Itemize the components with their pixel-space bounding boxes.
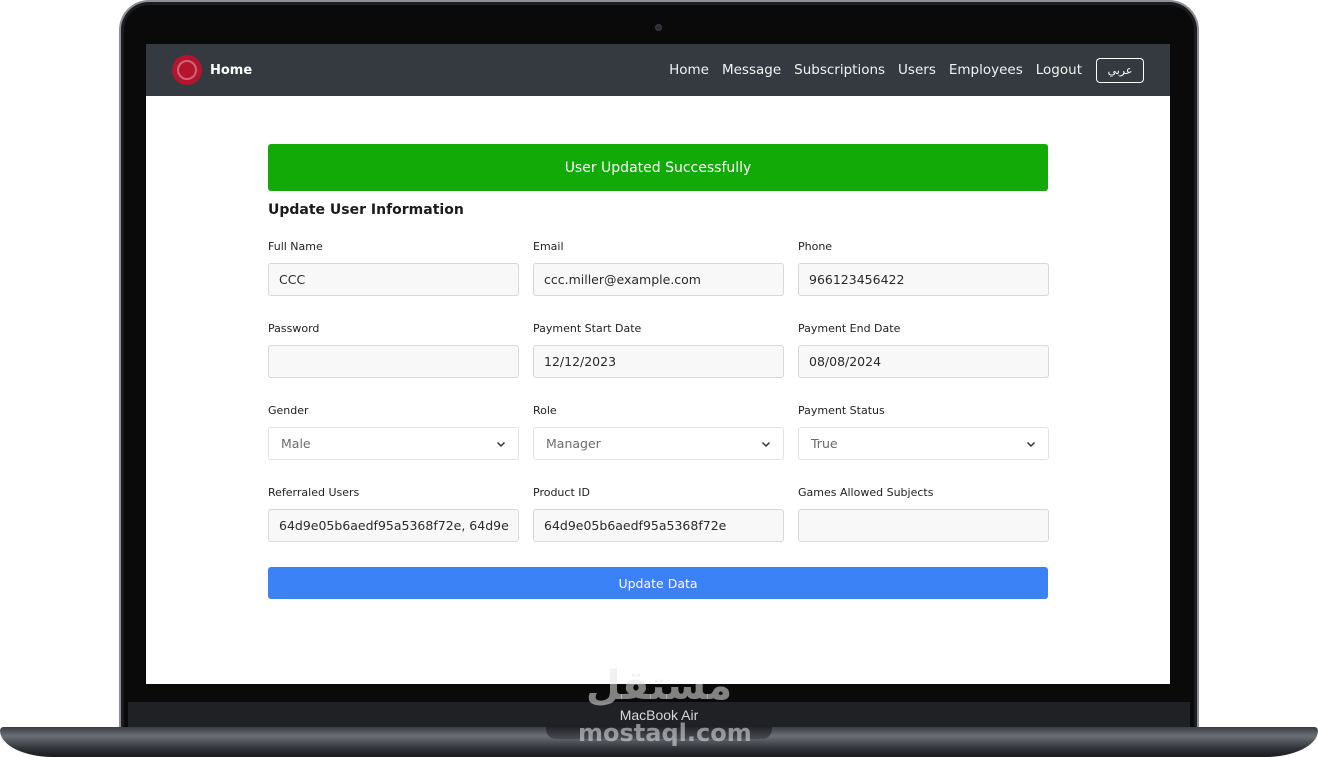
nav-link-message[interactable]: Message [722,62,781,78]
payment-status-select[interactable]: True [798,427,1049,460]
nav-link-users[interactable]: Users [898,62,936,78]
nav-link-subscriptions[interactable]: Subscriptions [794,62,885,78]
field-payment-start-date: Payment Start Date 12/12/2023 [533,321,784,403]
app-screen: Home Home Message Subscriptions Users Em… [146,44,1170,684]
payment-start-date-label: Payment Start Date [533,322,642,335]
gender-select[interactable]: Male [268,427,519,460]
field-product-id: Product ID 64d9e05b6aedf95a5368f72e [533,485,784,567]
role-selected-value: Manager [546,436,601,451]
role-select[interactable]: Manager [533,427,784,460]
games-allowed-subjects-input[interactable] [798,509,1049,542]
nav-link-home[interactable]: Home [669,62,709,78]
field-full-name: Full Name CCC [268,239,519,321]
role-label: Role [533,404,557,417]
main-content: User Updated Successfully Update User In… [268,144,1049,599]
field-password: Password [268,321,519,403]
update-user-form: Full Name CCC Email ccc.miller@example.c… [268,239,1049,567]
chevron-down-icon [496,441,506,447]
form-title: Update User Information [268,202,464,218]
top-navbar: Home Home Message Subscriptions Users Em… [146,44,1170,96]
chevron-down-icon [761,441,771,447]
games-allowed-subjects-label: Games Allowed Subjects [798,486,934,499]
phone-input[interactable]: 966123456422 [798,263,1049,296]
full-name-label: Full Name [268,240,323,253]
camera-icon [655,24,662,31]
nav-links: Home Message Subscriptions Users Employe… [656,57,1144,83]
chevron-down-icon [1026,441,1036,447]
payment-status-label: Payment Status [798,404,885,417]
field-games-allowed-subjects: Games Allowed Subjects [798,485,1049,567]
referraled-users-label: Referraled Users [268,486,360,499]
nav-link-employees[interactable]: Employees [949,62,1023,78]
password-input[interactable] [268,345,519,378]
language-toggle-button[interactable]: عربي [1096,57,1144,83]
payment-start-date-input[interactable]: 12/12/2023 [533,345,784,378]
laptop-notch [546,727,772,739]
device-model-label: MacBook Air [619,707,699,723]
full-name-input[interactable]: CCC [268,263,519,296]
field-role: Role Manager [533,403,784,485]
referraled-users-input[interactable]: 64d9e05b6aedf95a5368f72e, 64d9e [268,509,519,542]
field-gender: Gender Male [268,403,519,485]
field-referraled-users: Referraled Users 64d9e05b6aedf95a5368f72… [268,485,519,567]
gender-label: Gender [268,404,309,417]
field-email: Email ccc.miller@example.com [533,239,784,321]
product-id-label: Product ID [533,486,590,499]
success-alert: User Updated Successfully [268,144,1048,191]
update-data-button[interactable]: Update Data [268,567,1048,599]
phone-label: Phone [798,240,833,253]
email-label: Email [533,240,564,253]
brand[interactable]: Home [172,55,252,85]
payment-end-date-label: Payment End Date [798,322,901,335]
field-payment-end-date: Payment End Date 08/08/2024 [798,321,1049,403]
logo-icon [172,55,202,85]
gender-selected-value: Male [281,436,311,451]
email-input[interactable]: ccc.miller@example.com [533,263,784,296]
brand-label: Home [210,62,253,78]
field-payment-status: Payment Status True [798,403,1049,485]
product-id-input[interactable]: 64d9e05b6aedf95a5368f72e [533,509,784,542]
payment-status-selected-value: True [811,436,838,451]
payment-end-date-input[interactable]: 08/08/2024 [798,345,1049,378]
password-label: Password [268,322,320,335]
field-phone: Phone 966123456422 [798,239,1049,321]
nav-link-logout[interactable]: Logout [1036,62,1082,78]
